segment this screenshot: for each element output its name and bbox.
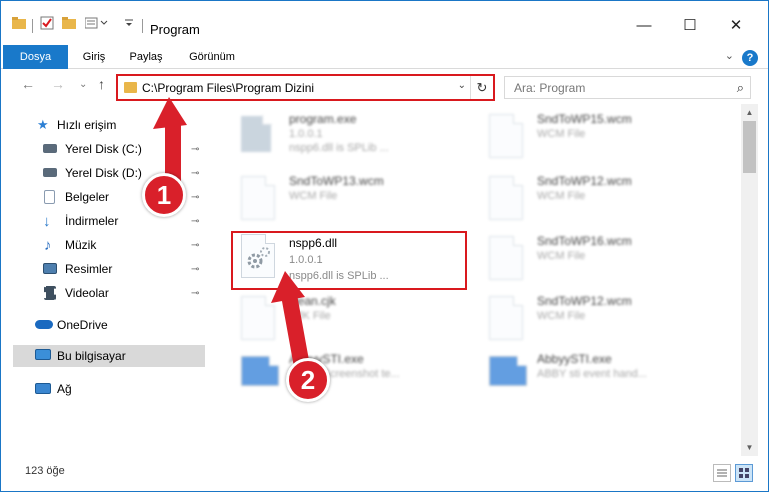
annotation-arrows bbox=[153, 97, 309, 369]
file-explorer-window: Program — ☐ ✕ Dosya Giriş Paylaş Görünüm… bbox=[0, 0, 769, 492]
callout-2: 2 bbox=[286, 358, 330, 402]
callout-1: 1 bbox=[142, 173, 186, 217]
